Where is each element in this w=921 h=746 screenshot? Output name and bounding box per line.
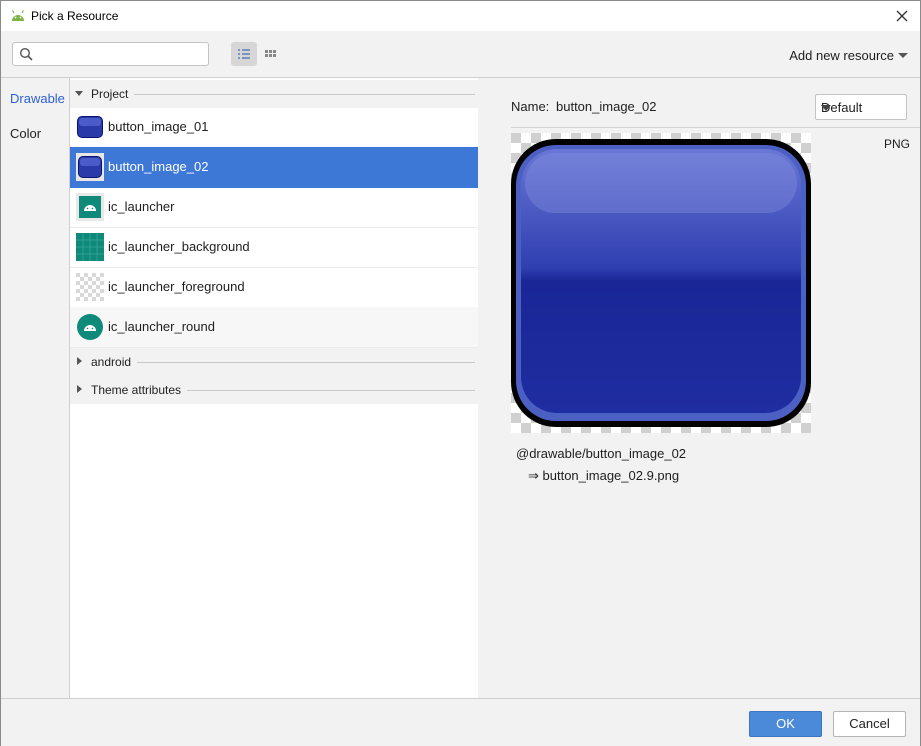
resource-reference: @drawable/button_image_02 bbox=[516, 446, 687, 461]
name-value: button_image_02 bbox=[556, 99, 657, 114]
list-view-icon bbox=[238, 49, 250, 59]
search-icon bbox=[19, 47, 33, 61]
list-view-button[interactable] bbox=[231, 42, 257, 66]
button-image-preview bbox=[511, 133, 811, 433]
section-theme-header[interactable]: Theme attributes bbox=[70, 376, 478, 404]
resource-name: ic_launcher_round bbox=[108, 319, 215, 334]
blue-button-thumbnail-icon bbox=[76, 153, 104, 181]
resource-preview-panel: Name: button_image_02 Default PNG @drawa… bbox=[492, 78, 920, 698]
transparent-thumbnail-icon bbox=[76, 273, 104, 301]
blue-button-thumbnail-icon bbox=[77, 116, 103, 138]
sidebar-item-color[interactable]: Color bbox=[10, 126, 41, 141]
resource-type-sidebar: Drawable Color bbox=[1, 78, 70, 698]
android-round-thumbnail-icon bbox=[77, 314, 103, 340]
title-bar: Pick a Resource bbox=[1, 1, 920, 31]
resource-name: ic_launcher bbox=[108, 199, 175, 214]
android-icon bbox=[11, 10, 25, 21]
cancel-button[interactable]: Cancel bbox=[833, 711, 906, 737]
divider bbox=[511, 127, 920, 128]
teal-grid-thumbnail-icon bbox=[76, 233, 104, 261]
list-item[interactable]: button_image_02 bbox=[70, 147, 478, 188]
window-title: Pick a Resource bbox=[31, 9, 119, 23]
add-new-resource-label: Add new resource bbox=[789, 48, 894, 63]
toolbar: Add new resource bbox=[1, 31, 920, 78]
list-item[interactable]: ic_launcher_foreground bbox=[70, 267, 478, 308]
android-launcher-thumbnail-icon bbox=[76, 193, 104, 221]
dialog-footer: OK Cancel bbox=[1, 698, 920, 746]
name-label: Name: bbox=[511, 99, 550, 114]
section-divider bbox=[91, 362, 475, 363]
configuration-select[interactable]: Default bbox=[815, 94, 907, 120]
section-divider bbox=[91, 94, 475, 95]
search-input[interactable] bbox=[12, 42, 209, 66]
list-item[interactable]: button_image_01 bbox=[70, 107, 478, 148]
resource-name: ic_launcher_foreground bbox=[108, 279, 245, 294]
add-new-resource-dropdown[interactable]: Add new resource bbox=[789, 48, 908, 63]
section-label: Theme attributes bbox=[91, 383, 188, 397]
pick-resource-dialog: Pick a Resource Add new resource Drawabl… bbox=[0, 0, 921, 746]
list-item[interactable]: ic_launcher_background bbox=[70, 227, 478, 268]
resource-name: button_image_02 bbox=[108, 159, 209, 174]
section-label: Project bbox=[91, 87, 135, 101]
close-icon[interactable] bbox=[890, 4, 914, 28]
list-item[interactable]: ic_launcher bbox=[70, 187, 478, 228]
chevron-down-icon bbox=[821, 105, 831, 111]
pane-divider[interactable] bbox=[478, 78, 492, 698]
expand-down-icon bbox=[75, 91, 83, 96]
resource-name: button_image_01 bbox=[108, 119, 209, 134]
ok-button[interactable]: OK bbox=[749, 711, 822, 737]
list-item[interactable]: ic_launcher_round bbox=[70, 307, 478, 348]
resource-name: ic_launcher_background bbox=[108, 239, 250, 254]
section-label: android bbox=[91, 355, 138, 369]
section-android-header[interactable]: android bbox=[70, 348, 478, 376]
grid-view-button[interactable] bbox=[259, 42, 285, 66]
resource-file: ⇒ button_image_02.9.png bbox=[528, 468, 680, 483]
sidebar-item-drawable[interactable]: Drawable bbox=[10, 91, 65, 106]
section-project-header[interactable]: Project bbox=[70, 80, 478, 108]
expand-right-icon bbox=[77, 385, 82, 393]
grid-view-icon bbox=[265, 50, 276, 57]
resource-list: Project button_image_01 button_image_02 bbox=[70, 78, 478, 698]
expand-right-icon bbox=[77, 357, 82, 365]
format-label: PNG bbox=[883, 137, 910, 151]
chevron-down-icon bbox=[898, 53, 908, 58]
